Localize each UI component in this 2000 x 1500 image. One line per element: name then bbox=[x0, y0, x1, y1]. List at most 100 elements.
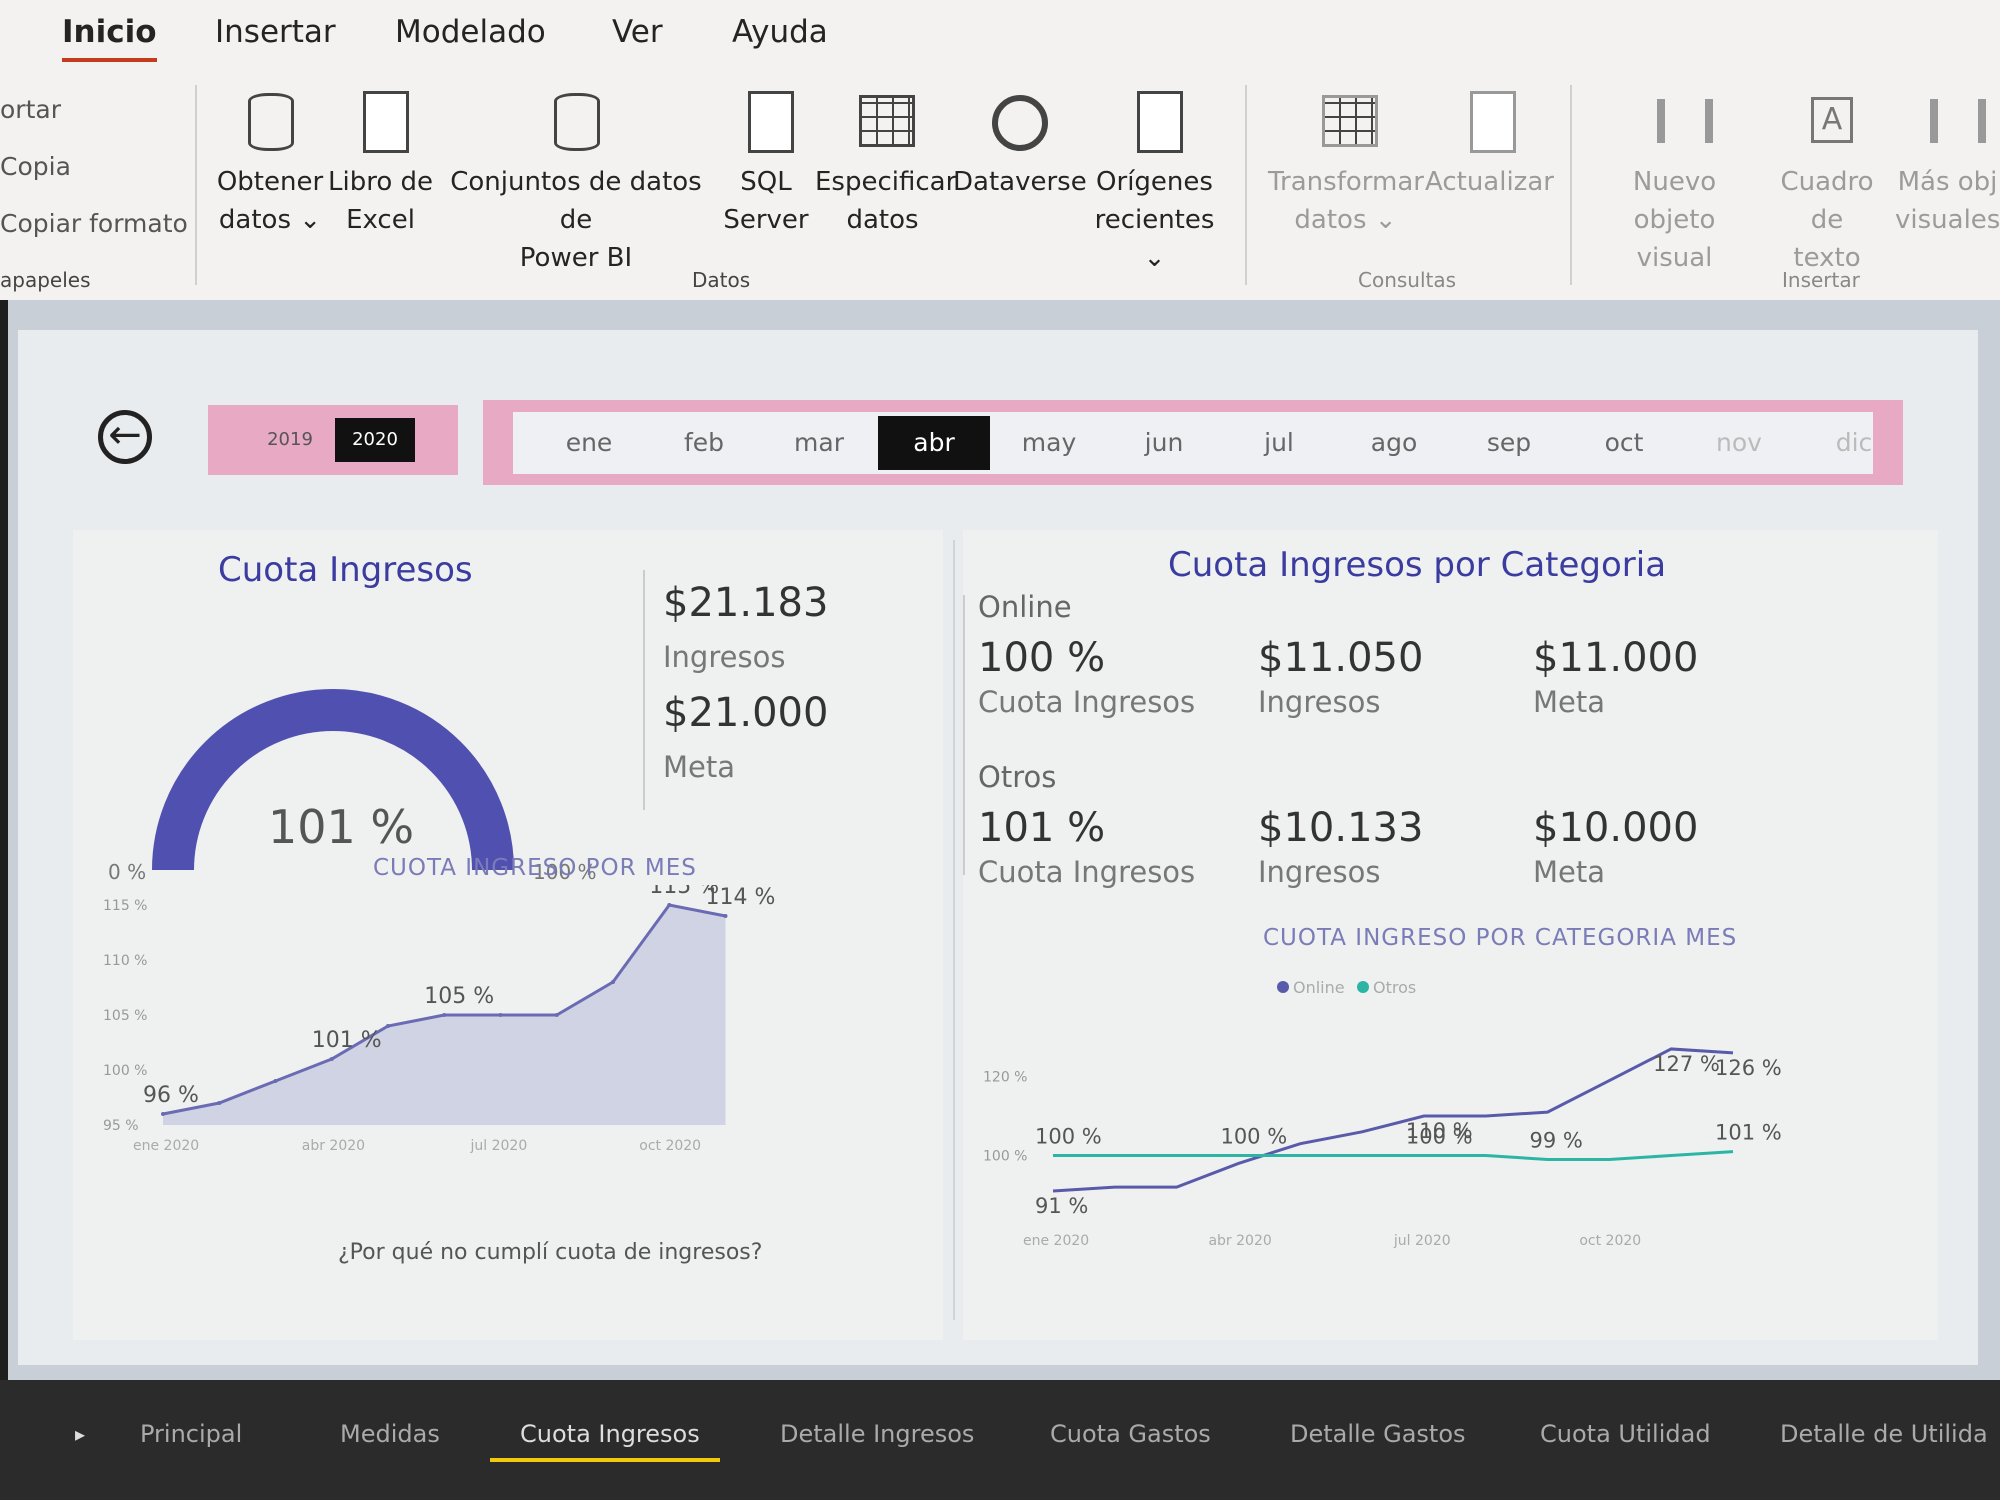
categoria-divider bbox=[963, 595, 965, 875]
transform-data-button[interactable]: Transformar datos ⌄ bbox=[1268, 85, 1424, 239]
datasets-icon bbox=[544, 85, 608, 155]
month-feb-button[interactable]: feb bbox=[648, 416, 760, 470]
power-bi-datasets-button[interactable]: Conjuntos de datos de Power BI bbox=[436, 85, 716, 277]
transform-data-icon bbox=[1314, 85, 1378, 155]
month-sep-button[interactable]: sep bbox=[1453, 416, 1565, 470]
dataverse-icon bbox=[984, 85, 1048, 155]
enter-data-button[interactable]: Especificar datos bbox=[815, 85, 956, 239]
page-tab-detalle-de-utilida[interactable]: Detalle de Utilida bbox=[1780, 1420, 1988, 1448]
otros-label: Otros bbox=[978, 760, 1057, 794]
data-label: 105 % bbox=[424, 984, 494, 1009]
page-tab-detalle-ingresos[interactable]: Detalle Ingresos bbox=[780, 1420, 974, 1448]
data-point bbox=[329, 1057, 334, 1061]
tab-modelado[interactable]: Modelado bbox=[395, 14, 546, 50]
page-tab-cuota-ingresos[interactable]: Cuota Ingresos bbox=[490, 1420, 720, 1462]
copy-button[interactable]: Copia bbox=[0, 152, 188, 209]
month-oct-button[interactable]: oct bbox=[1568, 416, 1680, 470]
data-label: 101 % bbox=[312, 1028, 382, 1053]
tab-inicio[interactable]: Inicio bbox=[62, 14, 157, 62]
otros-meta-value: $10.000 bbox=[1533, 805, 1699, 851]
panel-divider bbox=[953, 540, 955, 1320]
why-question-link[interactable]: ¿Por qué no cumplí cuota de ingresos? bbox=[338, 1240, 762, 1265]
data-point bbox=[723, 914, 728, 918]
consultas-group-label: Consultas bbox=[1358, 268, 1457, 292]
tab-insertar[interactable]: Insertar bbox=[215, 14, 336, 50]
sql-server-icon bbox=[734, 85, 798, 155]
new-visual-icon bbox=[1643, 85, 1713, 155]
otros-meta-label: Meta bbox=[1533, 855, 1606, 889]
month-ago-button[interactable]: ago bbox=[1338, 416, 1450, 470]
x-tick-label: oct 2020 bbox=[1579, 1233, 1641, 1249]
tab-ver[interactable]: Ver bbox=[612, 14, 663, 50]
year-2020-button[interactable]: 2020 bbox=[335, 418, 415, 462]
online-label: Online bbox=[978, 590, 1072, 624]
data-point bbox=[667, 903, 672, 907]
month-nov-button[interactable]: nov bbox=[1683, 416, 1795, 470]
dataverse-button[interactable]: Dataverse bbox=[953, 85, 1087, 201]
refresh-icon bbox=[1456, 85, 1520, 155]
month-buttons: ene feb mar abr may jun jul ago sep oct nov dic bbox=[513, 412, 1873, 474]
data-label: 127 % bbox=[1653, 1052, 1720, 1076]
month-jun-button[interactable]: jun bbox=[1108, 416, 1220, 470]
data-point bbox=[554, 1013, 559, 1017]
ingresos-value: $21.183 bbox=[663, 580, 829, 626]
month-ene-button[interactable]: ene bbox=[533, 416, 645, 470]
insertar-group-label: Insertar bbox=[1782, 268, 1860, 292]
datos-group-label: Datos bbox=[692, 268, 751, 292]
recent-sources-button[interactable]: Orígenes recientes ⌄ bbox=[1082, 85, 1227, 277]
y-tick-label: 105 % bbox=[103, 1008, 147, 1024]
online-ingresos-value: $11.050 bbox=[1258, 635, 1424, 681]
kpi-divider bbox=[643, 570, 645, 810]
page-nav-arrow-icon[interactable]: ▸ bbox=[75, 1422, 85, 1446]
legend-label: Otros bbox=[1373, 978, 1416, 997]
data-label: 100 % bbox=[1406, 1125, 1473, 1149]
page-tab-cuota-utilidad[interactable]: Cuota Utilidad bbox=[1540, 1420, 1711, 1448]
page-tab-medidas[interactable]: Medidas bbox=[340, 1420, 440, 1448]
month-jul-button[interactable]: jul bbox=[1223, 416, 1335, 470]
meta-label: Meta bbox=[663, 750, 736, 784]
page-tab-cuota-gastos[interactable]: Cuota Gastos bbox=[1050, 1420, 1211, 1448]
otros-ingresos-label: Ingresos bbox=[1258, 855, 1381, 889]
back-arrow-icon[interactable]: ← bbox=[98, 410, 152, 464]
more-visuals-button[interactable]: Más obj visuales bbox=[1895, 85, 2000, 239]
cuota-categoria-mes-chart: Online Otros100 %120 %91 %110 %127 %126 %… bbox=[983, 978, 1782, 1249]
refresh-button[interactable]: Actualizar bbox=[1425, 85, 1554, 201]
month-slicer: ene feb mar abr may jun jul ago sep oct nov dic bbox=[483, 400, 1903, 485]
legend-label: Online bbox=[1293, 978, 1345, 997]
format-painter-button[interactable]: Copiar formato bbox=[0, 209, 188, 266]
y-tick-label: 95 % bbox=[103, 1118, 139, 1134]
online-meta-label: Meta bbox=[1533, 685, 1606, 719]
data-label: 91 % bbox=[1035, 1194, 1088, 1218]
otros-cuota-label: Cuota Ingresos bbox=[978, 855, 1196, 889]
year-2019-button[interactable]: 2019 bbox=[250, 418, 330, 462]
excel-workbook-button[interactable]: Libro de Excel bbox=[328, 85, 433, 239]
month-dic-button[interactable]: dic bbox=[1798, 416, 1910, 470]
y-tick-label: 100 % bbox=[103, 1063, 147, 1079]
text-box-icon: A bbox=[1795, 85, 1859, 155]
page-tab-principal[interactable]: Principal bbox=[140, 1420, 242, 1448]
cuota-ingreso-mes-chart: 95 % 100 % 105 % 110 % 115 % 96 % 101 % 105 % 11… bbox=[103, 885, 775, 1154]
text-box-button[interactable]: A Cuadro de texto bbox=[1762, 85, 1892, 277]
new-visual-button[interactable]: Nuevo objeto visual bbox=[1592, 85, 1757, 277]
month-mar-button[interactable]: mar bbox=[763, 416, 875, 470]
data-label: 100 % bbox=[1220, 1125, 1287, 1149]
x-tick-label: jul 2020 bbox=[470, 1138, 528, 1154]
cut-button[interactable]: ortar bbox=[0, 95, 188, 152]
tab-ayuda[interactable]: Ayuda bbox=[732, 14, 828, 50]
y-tick-label: 100 % bbox=[983, 1149, 1027, 1165]
month-abr-button[interactable]: abr bbox=[878, 416, 990, 470]
ingresos-label: Ingresos bbox=[663, 640, 786, 674]
gauge-value: 101 % bbox=[268, 800, 415, 854]
excel-icon bbox=[349, 85, 413, 155]
data-point bbox=[386, 1024, 390, 1028]
y-tick-label: 115 % bbox=[103, 898, 147, 914]
page-tab-detalle-gastos[interactable]: Detalle Gastos bbox=[1290, 1420, 1466, 1448]
sql-server-button[interactable]: SQL Server bbox=[720, 85, 812, 239]
data-label: 96 % bbox=[143, 1083, 199, 1108]
legend-swatch bbox=[1277, 981, 1289, 993]
data-label: 101 % bbox=[1715, 1121, 1782, 1145]
page-tabs-bar: ▸ Principal Medidas Cuota Ingresos Detalle … bbox=[0, 1380, 2000, 1500]
report-canvas: ← 2019 2020 ene feb mar abr may jun jul ago sep o… bbox=[8, 300, 2000, 1380]
month-may-button[interactable]: may bbox=[993, 416, 1105, 470]
get-data-button[interactable]: Obtener datos ⌄ bbox=[215, 85, 325, 239]
